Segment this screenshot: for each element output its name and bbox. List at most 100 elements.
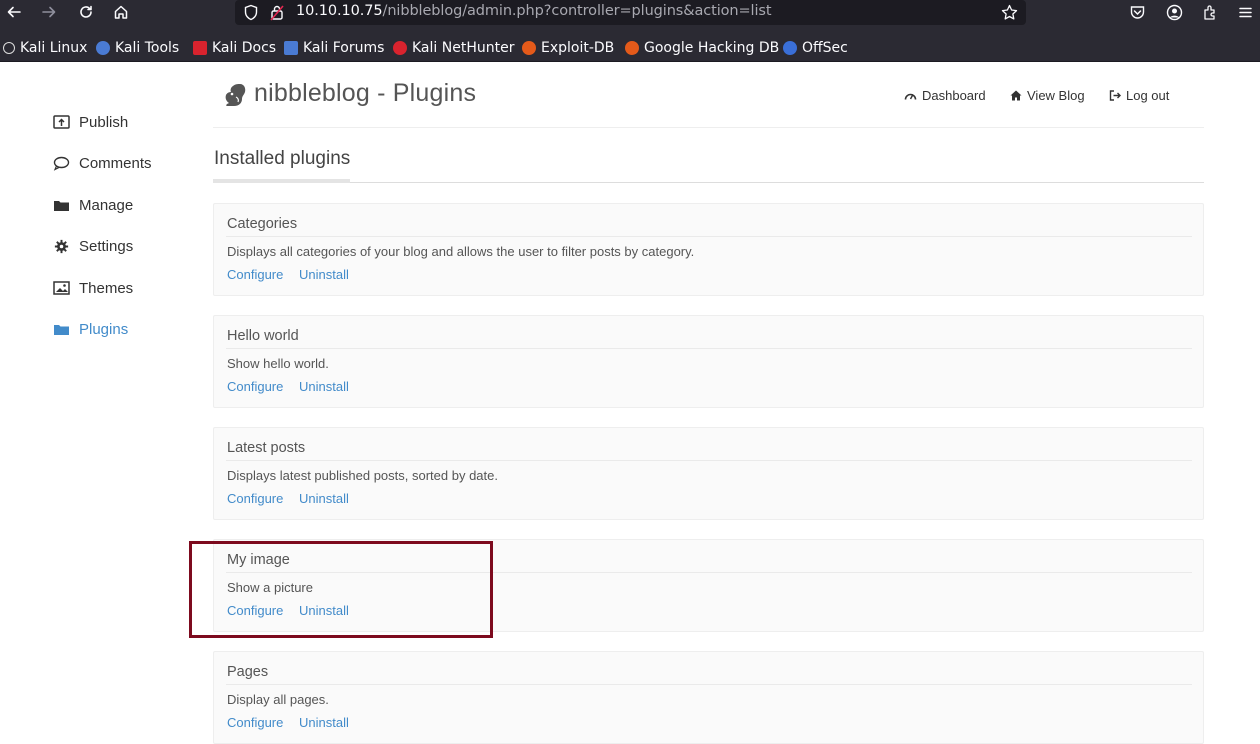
plugin-card-latest-posts: Latest posts Displays latest published p… [213,427,1204,520]
browser-toolbar: 10.10.10.75/nibbleblog/admin.php?control… [0,0,1260,26]
bookmark-label: Kali Linux [20,40,88,56]
plugin-name: Hello world [227,328,299,344]
configure-link[interactable]: Configure [227,715,283,730]
plugin-divider [226,684,1192,685]
reload-icon [80,5,92,18]
annotation-highlight-box [189,541,493,638]
menu-icon[interactable] [1237,4,1254,21]
sidebar-item-manage[interactable]: Manage [53,194,133,216]
sidebar-item-plugins[interactable]: Plugins [53,318,128,340]
uninstall-link[interactable]: Uninstall [299,379,349,394]
plugin-description: Displays latest published posts, sorted … [227,468,498,483]
plugin-divider [226,236,1192,237]
section-title: Installed plugins [214,148,351,169]
star-icon[interactable] [1001,4,1018,21]
folder-icon [54,200,69,211]
ghdb-icon [625,41,639,55]
home-button[interactable] [109,1,133,23]
bookmark-kali-linux[interactable]: Kali Linux [3,39,87,57]
plugin-card-hello-world: Hello world Show hello world. Configure … [213,315,1204,408]
configure-link[interactable]: Configure [227,379,283,394]
toolbar-gap [0,26,1260,34]
nav-label: View Blog [1027,88,1085,103]
bookmark-kali-tools[interactable]: Kali Tools [96,39,179,57]
publish-icon [53,114,70,129]
exploit-db-icon [522,41,536,55]
plugin-name: Latest posts [227,440,306,456]
configure-link[interactable]: Configure [227,267,283,282]
comment-icon [53,156,70,171]
arrow-left-icon [7,6,21,18]
bookmark-exploit-db[interactable]: Exploit-DB [522,39,614,57]
bookmark-kali-nethunter[interactable]: Kali NetHunter [393,39,514,57]
sidebar-item-label: Manage [79,196,134,214]
sidebar-item-settings[interactable]: Settings [53,235,133,257]
url-host: 10.10.10.75 [296,3,383,19]
plugin-divider [226,460,1192,461]
nibbleblog-logo-icon [225,84,246,106]
reload-button[interactable] [74,1,98,23]
plugin-description: Displays all categories of your blog and… [227,244,695,259]
uninstall-link[interactable]: Uninstall [299,267,349,282]
address-bar[interactable]: 10.10.10.75/nibbleblog/admin.php?control… [235,0,1026,25]
bookmark-google-hacking-db[interactable]: Google Hacking DB [625,39,779,57]
home-icon [114,5,128,19]
bookmarks-bar: Kali Linux Kali Tools Kali Docs Kali For… [0,34,1260,62]
logout-icon [1109,90,1121,101]
sidebar-item-label: Settings [79,237,134,255]
kali-forums-icon [284,41,298,55]
plugin-divider [226,348,1192,349]
bookmark-offsec[interactable]: OffSec [783,39,848,57]
bookmark-label: Kali NetHunter [412,40,515,56]
bookmark-kali-docs[interactable]: Kali Docs [193,39,276,57]
bookmark-label: Kali Forums [303,40,385,56]
kali-tools-icon [96,41,110,55]
plugin-card-pages: Pages Display all pages. Configure Unins… [213,651,1204,744]
sidebar-item-label: Publish [79,113,129,131]
nav-logout-link[interactable]: Log out [1109,88,1169,103]
header-divider [213,127,1204,128]
page-title: nibbleblog - Plugins [254,79,477,107]
account-icon[interactable] [1166,4,1183,21]
forward-button[interactable] [37,1,61,23]
shield-icon [244,4,258,21]
bookmark-label: Exploit-DB [541,40,615,56]
sidebar-item-themes[interactable]: Themes [53,277,133,299]
folder-open-icon [54,324,69,335]
plugin-description: Display all pages. [227,692,329,707]
offsec-icon [783,41,797,55]
section-tab-indicator [213,179,350,183]
nav-dashboard-link[interactable]: Dashboard [904,88,986,103]
sidebar-item-publish[interactable]: Publish [53,111,128,133]
uninstall-link[interactable]: Uninstall [299,491,349,506]
bookmark-label: Google Hacking DB [644,40,780,56]
nethunter-icon [393,41,407,55]
kali-dragon-icon [3,42,15,54]
nav-label: Log out [1126,88,1170,103]
nav-label: Dashboard [922,88,986,103]
pocket-icon[interactable] [1129,4,1146,21]
sidebar-item-label: Comments [79,154,152,172]
nav-view-blog-link[interactable]: View Blog [1010,88,1085,103]
page-content: Publish Comments Manage Settings Themes … [0,63,1260,744]
configure-link[interactable]: Configure [227,491,283,506]
plugin-name: Pages [227,664,269,680]
home-icon [1010,90,1022,101]
bookmark-label: Kali Docs [212,40,277,56]
back-button[interactable] [2,1,26,23]
arrow-right-icon [42,6,56,18]
gear-icon [54,239,69,253]
bookmark-kali-forums[interactable]: Kali Forums [284,39,384,57]
uninstall-link[interactable]: Uninstall [299,715,349,730]
section-divider [213,182,1204,183]
url-path: /nibbleblog/admin.php?controller=plugins… [382,3,772,19]
sidebar-item-label: Plugins [79,320,129,338]
image-icon [53,280,70,295]
sidebar-item-label: Themes [79,279,134,297]
extensions-icon[interactable] [1202,4,1219,21]
sidebar-item-comments[interactable]: Comments [53,152,152,174]
bookmark-label: OffSec [802,40,848,56]
kali-docs-icon [193,41,207,55]
plugin-description: Show hello world. [227,356,329,371]
lock-insecure-icon [270,5,284,21]
